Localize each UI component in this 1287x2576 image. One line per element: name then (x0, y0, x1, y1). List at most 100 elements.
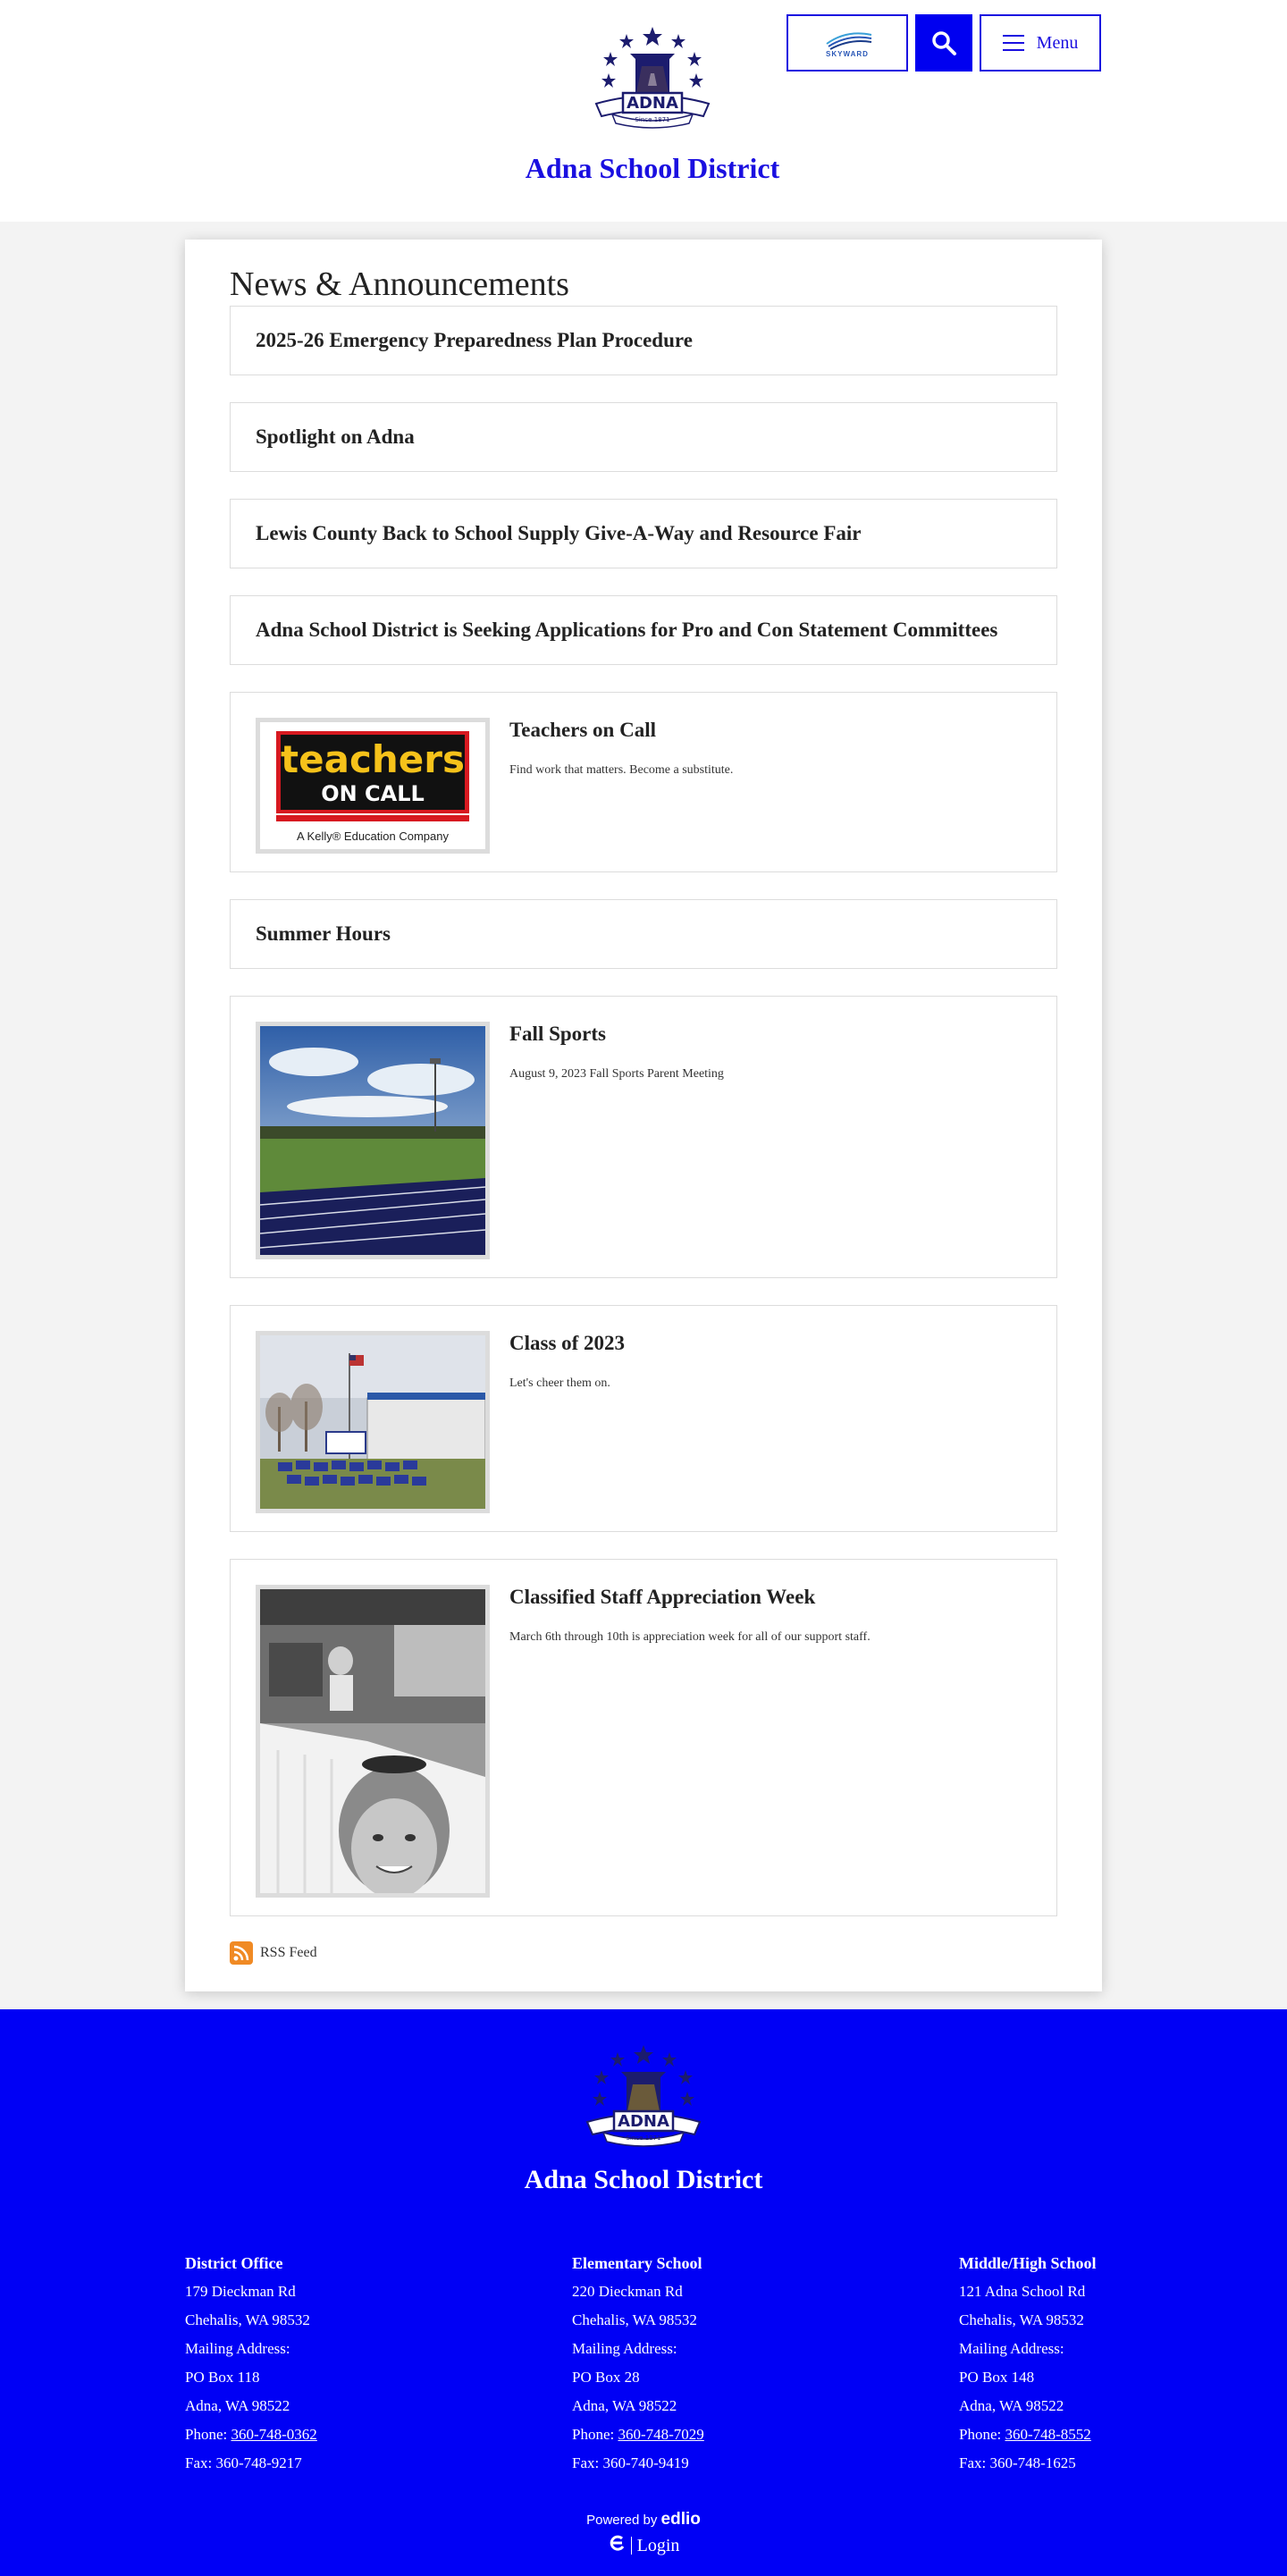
address-line: 179 Dieckman Rd (185, 2283, 296, 2300)
phone-label: Phone: (572, 2426, 618, 2443)
news-item-title[interactable]: Teachers on Call (509, 719, 733, 742)
footer-contact-columns: District Office 179 Dieckman Rd Chehalis… (185, 2249, 1102, 2478)
news-item[interactable]: Lewis County Back to School Supply Give-… (230, 499, 1057, 568)
footer-column-heading: District Office (185, 2254, 283, 2272)
phone-label: Phone: (959, 2426, 1005, 2443)
news-item[interactable]: Class of 2023 Let's cheer them on. (230, 1305, 1057, 1532)
news-item-body: Fall Sports August 9, 2023 Fall Sports P… (490, 1022, 724, 1252)
footer-column-elementary-school: Elementary School 220 Dieckman Rd Chehal… (572, 2249, 760, 2478)
news-item-body: Class of 2023 Let's cheer them on. (490, 1331, 625, 1506)
footer-column-heading: Middle/High School (959, 2254, 1097, 2272)
phone-link[interactable]: 360-748-7029 (618, 2426, 703, 2443)
address-line: Chehalis, WA 98532 (959, 2311, 1084, 2328)
footer-column-heading: Elementary School (572, 2254, 702, 2272)
news-item[interactable]: Classified Staff Appreciation Week March… (230, 1559, 1057, 1916)
site-name[interactable]: Adna School District (518, 152, 786, 185)
address-line: PO Box 148 (959, 2369, 1035, 2386)
news-item[interactable]: Fall Sports August 9, 2023 Fall Sports P… (230, 996, 1057, 1278)
news-item-desc: August 9, 2023 Fall Sports Parent Meetin… (509, 1067, 724, 1081)
address-line: Adna, WA 98522 (572, 2397, 677, 2414)
login-divider (630, 2537, 632, 2555)
svg-text:ADNA: ADNA (627, 94, 678, 113)
fax-line: Fax: 360-748-1625 (959, 2454, 1076, 2471)
news-item-title[interactable]: Summer Hours (256, 922, 391, 946)
news-item-title[interactable]: Classified Staff Appreciation Week (509, 1586, 871, 1609)
powered-by-edlio-link[interactable]: Powered by edlio (0, 2510, 1287, 2530)
site-logo-link[interactable]: ADNA Since 1871 Adna School District (518, 21, 786, 185)
footer-logo[interactable]: ADNA Since 1871 (568, 2040, 719, 2165)
login-row: Login (0, 2533, 1287, 2558)
address-line: PO Box 28 (572, 2369, 640, 2386)
login-link[interactable]: Login (637, 2536, 680, 2556)
news-item-title[interactable]: Class of 2023 (509, 1332, 625, 1355)
news-item-desc: Find work that matters. Become a substit… (509, 763, 734, 777)
news-item-body: Classified Staff Appreciation Week March… (490, 1585, 871, 1890)
phone-label: Phone: (185, 2426, 231, 2443)
footer-site-name[interactable]: Adna School District (0, 2165, 1287, 2195)
on-call-logo-word: ON CALL (321, 781, 425, 806)
district-logo: ADNA Since 1871 (576, 21, 728, 147)
phone-link[interactable]: 360-748-8552 (1005, 2426, 1090, 2443)
edlio-e-icon (608, 2533, 626, 2558)
phone-link[interactable]: 360-748-0362 (231, 2426, 316, 2443)
menu-button[interactable]: Menu (980, 14, 1101, 72)
address-line: Chehalis, WA 98532 (572, 2311, 697, 2328)
page-title: News & Announcements (230, 265, 569, 303)
news-item[interactable]: 2025-26 Emergency Preparedness Plan Proc… (230, 306, 1057, 375)
main-area: News & Announcements 2025-26 Emergency P… (0, 222, 1287, 2009)
fax-line: Fax: 360-748-9217 (185, 2454, 302, 2471)
news-item-image[interactable]: teachers ON CALL A Kelly® Education Comp… (256, 718, 490, 854)
news-item[interactable]: Spotlight on Adna (230, 402, 1057, 472)
news-item[interactable]: teachers ON CALL A Kelly® Education Comp… (230, 692, 1057, 872)
news-item-title[interactable]: Lewis County Back to School Supply Give-… (256, 522, 862, 545)
footer-logo-text: ADNA (618, 2112, 669, 2131)
edlio-wordmark: edlio (660, 2510, 701, 2529)
news-item-title[interactable]: Fall Sports (509, 1023, 724, 1046)
rss-feed-link[interactable]: RSS Feed (230, 1941, 1057, 1965)
news-item-image[interactable] (256, 1022, 490, 1259)
header-utility-buttons: SKYWARD Menu (786, 14, 1101, 72)
site-header: ADNA Since 1871 Adna School District SKY… (0, 0, 1287, 222)
address-line: Mailing Address: (959, 2340, 1064, 2357)
news-item-title[interactable]: 2025-26 Emergency Preparedness Plan Proc… (256, 329, 693, 352)
site-footer: ADNA Since 1871 Adna School District Dis… (0, 2009, 1287, 2576)
footer-column-middle-high-school: Middle/High School 121 Adna School Rd Ch… (959, 2249, 1102, 2478)
news-item-desc: Let's cheer them on. (509, 1376, 610, 1390)
news-item-image[interactable] (256, 1585, 490, 1898)
news-item-body: Teachers on Call Find work that matters.… (490, 718, 733, 846)
address-line: Adna, WA 98522 (959, 2397, 1064, 2414)
news-item[interactable]: Adna School District is Seeking Applicat… (230, 595, 1057, 665)
skyward-logo-icon: SKYWARD (826, 32, 872, 58)
skyward-label: SKYWARD (826, 50, 869, 58)
skyward-button[interactable]: SKYWARD (786, 14, 908, 72)
address-line: Mailing Address: (572, 2340, 677, 2357)
menu-label: Menu (1036, 32, 1079, 53)
search-icon (932, 31, 956, 55)
fax-line: Fax: 360-740-9419 (572, 2454, 689, 2471)
address-line: Adna, WA 98522 (185, 2397, 290, 2414)
rss-icon (230, 1941, 253, 1965)
news-item[interactable]: Summer Hours (230, 899, 1057, 969)
address-line: Chehalis, WA 98532 (185, 2311, 310, 2328)
news-item-desc: March 6th through 10th is appreciation w… (509, 1630, 871, 1644)
address-line: Mailing Address: (185, 2340, 290, 2357)
address-line: 121 Adna School Rd (959, 2283, 1086, 2300)
address-line: PO Box 118 (185, 2369, 260, 2386)
news-card: News & Announcements 2025-26 Emergency P… (185, 240, 1102, 1991)
teachers-logo-word: teachers (281, 737, 465, 781)
kelly-tagline: A Kelly® Education Company (297, 829, 450, 843)
phone-line: Phone: 360-748-0362 (185, 2420, 373, 2449)
rss-label[interactable]: RSS Feed (260, 1945, 317, 1961)
powered-by-label: Powered by (586, 2513, 658, 2528)
address-line: 220 Dieckman Rd (572, 2283, 683, 2300)
phone-line: Phone: 360-748-8552 (959, 2420, 1102, 2449)
news-item-image[interactable] (256, 1331, 490, 1513)
phone-line: Phone: 360-748-7029 (572, 2420, 760, 2449)
svg-text:Since 1871: Since 1871 (635, 116, 669, 123)
news-item-title[interactable]: Adna School District is Seeking Applicat… (256, 619, 997, 642)
news-item-title[interactable]: Spotlight on Adna (256, 425, 415, 449)
footer-logo-since: Since 1871 (626, 2134, 660, 2142)
search-button[interactable] (915, 14, 972, 72)
footer-column-district-office: District Office 179 Dieckman Rd Chehalis… (185, 2249, 373, 2478)
hamburger-icon (1002, 35, 1024, 51)
